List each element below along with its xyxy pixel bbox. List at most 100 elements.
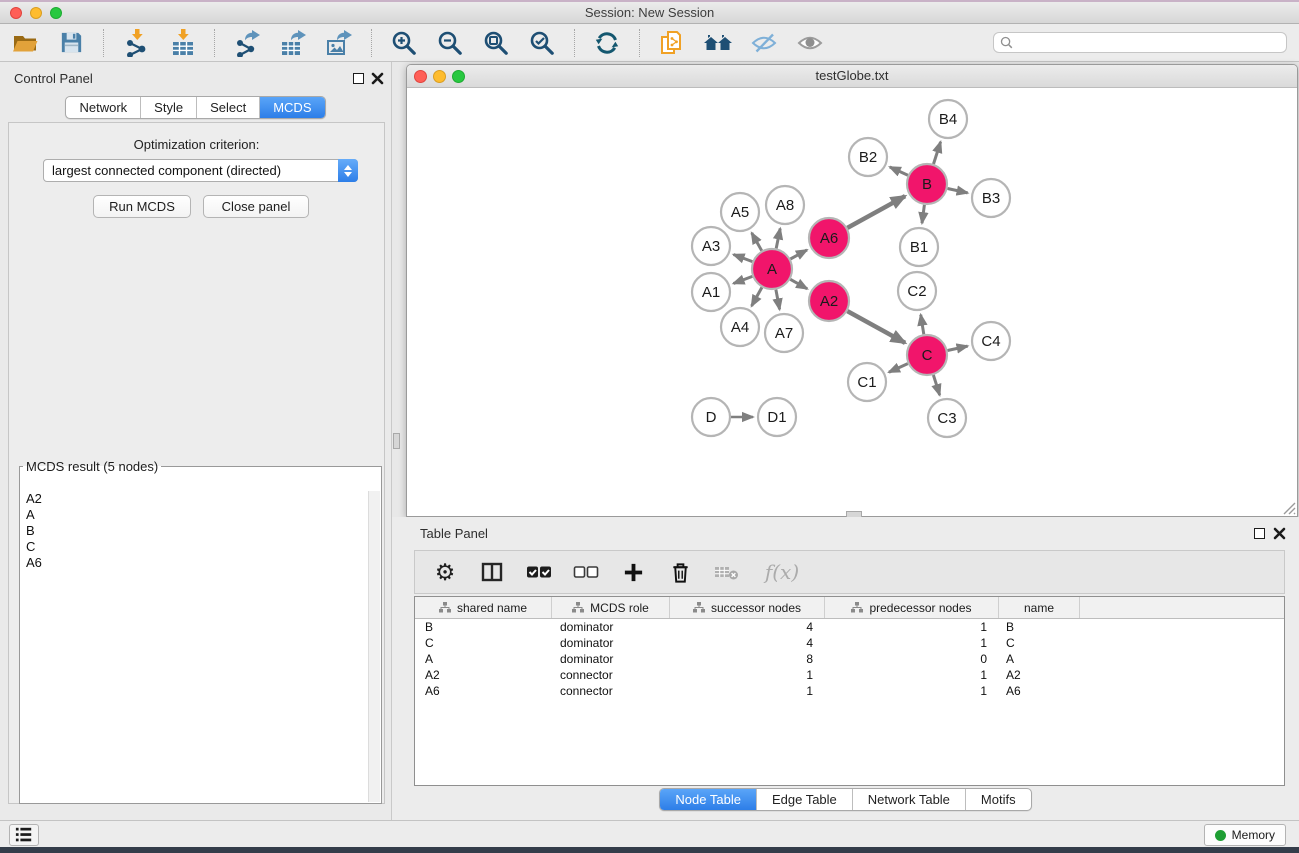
tab-style[interactable]: Style [141, 97, 197, 118]
task-history-button[interactable] [9, 824, 39, 846]
export-image-icon[interactable] [324, 28, 354, 58]
select-all-icon[interactable] [523, 556, 555, 588]
graph-node-label-A6: A6 [820, 230, 838, 247]
graph-edge-B-B2[interactable] [890, 167, 908, 175]
zoom-fit-icon[interactable] [481, 28, 511, 58]
table-cell: B [415, 619, 552, 635]
resize-grip-icon[interactable] [1283, 502, 1296, 515]
tab-node-table[interactable]: Node Table [660, 789, 757, 810]
show-all-icon[interactable] [795, 28, 825, 58]
hide-selected-icon[interactable] [749, 28, 779, 58]
graph-node-label-B4: B4 [939, 111, 957, 128]
minimize-network-window-button[interactable] [433, 70, 446, 83]
show-columns-icon[interactable] [476, 556, 508, 588]
first-neighbors-icon[interactable] [703, 28, 733, 58]
close-network-window-button[interactable] [414, 70, 427, 83]
close-table-panel-icon[interactable] [1273, 527, 1286, 540]
graph-edge-A-A1[interactable] [734, 276, 753, 283]
zoom-selected-icon[interactable] [527, 28, 557, 58]
graph-edge-C-C2[interactable] [921, 315, 924, 335]
graph-edge-A6-B[interactable] [847, 196, 905, 228]
function-builder-icon[interactable]: f(x) [758, 556, 806, 588]
result-item[interactable]: A6 [21, 555, 368, 571]
splitter-grip-vertical[interactable] [393, 433, 400, 449]
graph-edge-C-C4[interactable] [948, 346, 968, 350]
mcds-result-title: MCDS result (5 nodes) [23, 459, 161, 474]
result-scrollbar[interactable] [368, 491, 380, 802]
settings-gear-icon[interactable]: ⚙ [429, 556, 461, 588]
zoom-window-button[interactable] [50, 7, 62, 19]
table-cell: 1 [825, 635, 999, 651]
export-table-icon[interactable] [278, 28, 308, 58]
table-cell: 1 [825, 667, 999, 683]
tab-motifs[interactable]: Motifs [966, 789, 1031, 810]
float-panel-icon[interactable] [353, 73, 364, 84]
close-panel-button[interactable]: Close panel [203, 195, 309, 218]
result-item[interactable]: A2 [21, 491, 368, 507]
save-session-icon[interactable] [56, 28, 86, 58]
delete-table-icon[interactable] [711, 556, 743, 588]
result-item[interactable]: C [21, 539, 368, 555]
add-row-icon[interactable] [617, 556, 649, 588]
graph-edge-B-B3[interactable] [948, 189, 968, 193]
column-header-successor-nodes[interactable]: successor nodes [670, 597, 825, 618]
open-session-icon[interactable] [10, 28, 40, 58]
import-table-icon[interactable] [167, 28, 197, 58]
memory-label: Memory [1232, 828, 1275, 842]
network-window-title: testGlobe.txt [407, 65, 1297, 87]
result-item[interactable]: A [21, 507, 368, 523]
import-network-icon[interactable] [121, 28, 151, 58]
run-mcds-button[interactable]: Run MCDS [93, 195, 191, 218]
graph-edge-A-A2[interactable] [790, 279, 807, 289]
delete-row-icon[interactable] [664, 556, 696, 588]
graph-edge-A-A5[interactable] [752, 233, 762, 251]
tab-select[interactable]: Select [197, 97, 260, 118]
zoom-network-window-button[interactable] [452, 70, 465, 83]
table-cell: 1 [670, 667, 825, 683]
close-panel-icon[interactable] [371, 72, 384, 85]
table-cell: B [999, 619, 1080, 635]
export-network-icon[interactable] [232, 28, 262, 58]
graph-edge-A-A6[interactable] [790, 250, 807, 259]
close-window-button[interactable] [10, 7, 22, 19]
graph-edge-B-B4[interactable] [934, 142, 941, 164]
search-input[interactable] [1017, 36, 1280, 50]
refresh-icon[interactable] [592, 28, 622, 58]
table-row[interactable]: A2connector11A2 [415, 667, 1284, 683]
graph-edge-A-A7[interactable] [776, 290, 780, 310]
tab-edge-table[interactable]: Edge Table [757, 789, 853, 810]
network-canvas[interactable]: B4B2BB3B1A5A8A6A3AA1A2A4A7C2C4CC1C3DD1 [407, 88, 1297, 516]
tab-network-table[interactable]: Network Table [853, 789, 966, 810]
graph-edge-A-A8[interactable] [776, 229, 780, 249]
zoom-in-icon[interactable] [389, 28, 419, 58]
graph-edge-A-A3[interactable] [734, 255, 753, 262]
table-cell: C [999, 635, 1080, 651]
graph-edge-B-B1[interactable] [922, 205, 924, 223]
column-header-MCDS-role[interactable]: MCDS role [552, 597, 670, 618]
tab-network[interactable]: Network [66, 97, 141, 118]
graph-edge-C-C1[interactable] [889, 364, 908, 373]
column-header-name[interactable]: name [999, 597, 1080, 618]
zoom-out-icon[interactable] [435, 28, 465, 58]
table-row[interactable]: Adominator80A [415, 651, 1284, 667]
float-table-panel-icon[interactable] [1254, 528, 1265, 539]
table-row[interactable]: Cdominator41C [415, 635, 1284, 651]
memory-button[interactable]: Memory [1204, 824, 1286, 846]
table-row[interactable]: A6connector11A6 [415, 683, 1284, 699]
minimize-window-button[interactable] [30, 7, 42, 19]
tab-mcds[interactable]: MCDS [260, 97, 324, 118]
column-header-predecessor-nodes[interactable]: predecessor nodes [825, 597, 999, 618]
optimization-criterion-label: Optimization criterion: [9, 137, 384, 152]
graph-edge-C-C3[interactable] [933, 375, 939, 395]
graph-edge-A2-C[interactable] [847, 311, 905, 343]
column-header-shared-name[interactable]: shared name [415, 597, 552, 618]
control-panel-tabs: NetworkStyleSelectMCDS [65, 96, 325, 119]
table-cell: C [415, 635, 552, 651]
new-network-from-selection-icon[interactable] [657, 28, 687, 58]
criterion-dropdown[interactable]: largest connected component (directed) [43, 159, 358, 182]
search-field[interactable] [993, 32, 1287, 53]
result-item[interactable]: B [21, 523, 368, 539]
deselect-all-icon[interactable] [570, 556, 602, 588]
table-row[interactable]: Bdominator41B [415, 619, 1284, 635]
graph-edge-A-A4[interactable] [752, 287, 762, 306]
